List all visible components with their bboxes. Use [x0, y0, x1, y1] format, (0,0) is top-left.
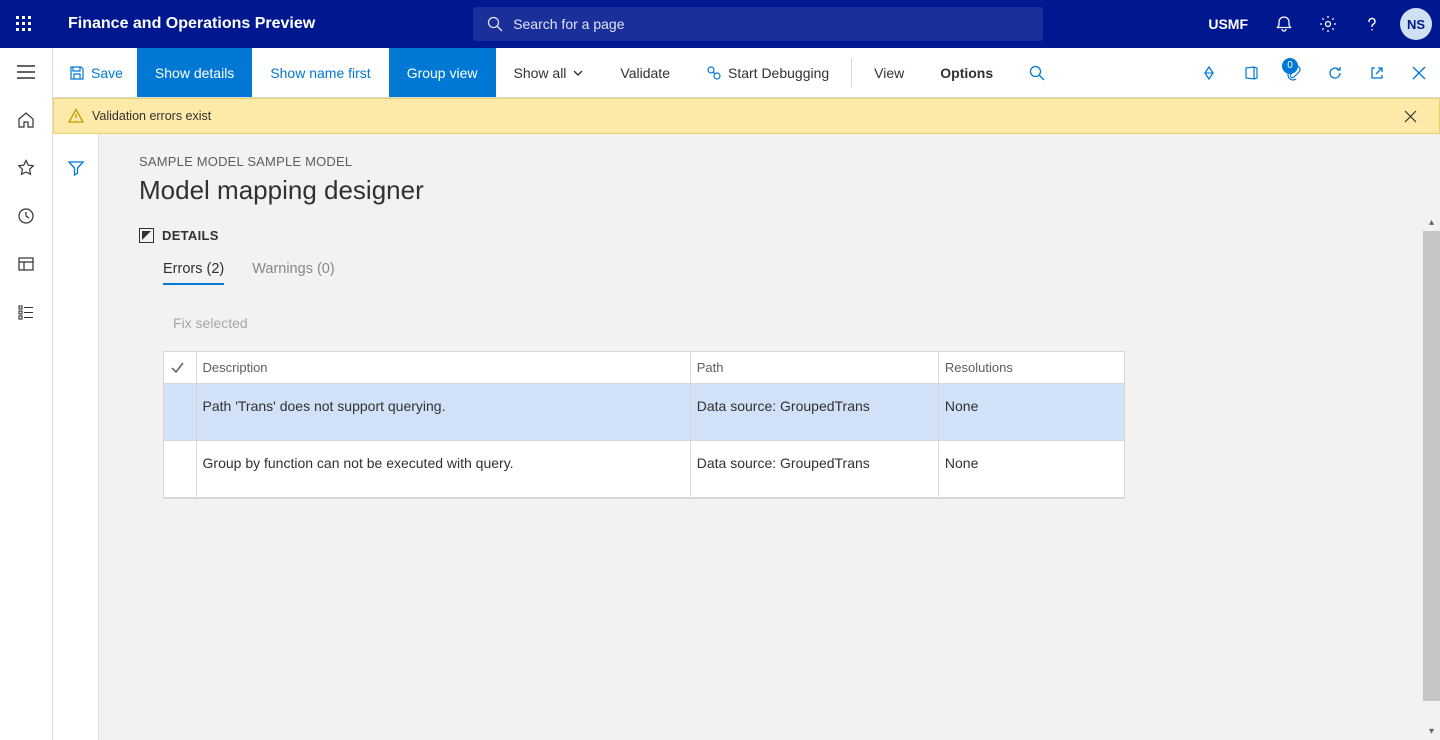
scroll-up-arrow[interactable]: ▴ — [1423, 214, 1440, 231]
page-title: Model mapping designer — [139, 175, 1400, 206]
cell-path: Data source: GroupedTrans — [690, 441, 938, 498]
left-nav-rail — [0, 48, 53, 740]
debug-icon — [706, 65, 722, 81]
options-menu[interactable]: Options — [922, 48, 1011, 97]
settings-button[interactable] — [1306, 0, 1350, 48]
caret-icon — [139, 228, 154, 243]
scroll-down-arrow[interactable]: ▾ — [1423, 723, 1440, 740]
cell-description: Path 'Trans' does not support querying. — [196, 384, 690, 441]
question-icon — [1363, 15, 1381, 33]
view-menu[interactable]: View — [856, 48, 922, 97]
banner-text: Validation errors exist — [92, 109, 211, 123]
main-content: SAMPLE MODEL SAMPLE MODEL Model mapping … — [99, 134, 1440, 740]
action-pane: Save Show details Show name first Group … — [53, 48, 1440, 98]
product-title: Finance and Operations Preview — [48, 15, 335, 33]
star-icon — [17, 159, 35, 177]
user-avatar[interactable]: NS — [1400, 8, 1432, 40]
nav-expand-button[interactable] — [0, 48, 53, 96]
start-debugging-label: Start Debugging — [728, 65, 829, 81]
validate-button[interactable]: Validate — [602, 48, 688, 97]
home-icon — [17, 111, 35, 129]
search-icon — [487, 16, 503, 32]
validation-banner: Validation errors exist — [53, 98, 1440, 134]
banner-close-button[interactable] — [1404, 110, 1425, 123]
cell-resolutions: None — [938, 384, 1124, 441]
save-icon — [69, 65, 85, 81]
col-path[interactable]: Path — [690, 352, 938, 384]
refresh-icon — [1327, 65, 1343, 81]
diamond-icon — [1201, 65, 1217, 81]
tab-errors[interactable]: Errors (2) — [163, 261, 224, 285]
attachments-badge: 0 — [1282, 58, 1298, 74]
app-launcher-button[interactable] — [0, 0, 48, 48]
office-addin-button[interactable] — [1230, 48, 1272, 98]
grid-header-row: Description Path Resolutions — [164, 352, 1125, 384]
col-description[interactable]: Description — [196, 352, 690, 384]
tab-warnings[interactable]: Warnings (0) — [252, 261, 334, 285]
nav-recent[interactable] — [0, 192, 53, 240]
col-resolutions[interactable]: Resolutions — [938, 352, 1124, 384]
row-select-cell[interactable] — [164, 384, 196, 441]
cell-description: Group by function can not be executed wi… — [196, 441, 690, 498]
funnel-icon — [67, 159, 85, 177]
nav-home[interactable] — [0, 96, 53, 144]
bell-icon — [1275, 15, 1293, 33]
clock-icon — [17, 207, 35, 225]
show-details-button[interactable]: Show details — [137, 48, 252, 97]
details-section-toggle[interactable]: DETAILS — [139, 228, 1400, 243]
global-search-input[interactable]: Search for a page — [473, 7, 1043, 41]
errors-grid: Description Path Resolutions Path 'Trans… — [163, 351, 1125, 499]
hamburger-icon — [17, 65, 35, 79]
details-tabs: Errors (2) Warnings (0) — [139, 261, 1400, 285]
row-select-cell[interactable] — [164, 441, 196, 498]
company-picker[interactable]: USMF — [1194, 16, 1262, 32]
group-view-button[interactable]: Group view — [389, 48, 496, 97]
details-label: DETAILS — [162, 228, 219, 243]
search-icon — [1029, 65, 1045, 81]
help-button[interactable] — [1350, 0, 1394, 48]
show-all-button[interactable]: Show all — [496, 48, 603, 97]
breadcrumb: SAMPLE MODEL SAMPLE MODEL — [139, 154, 1400, 169]
table-row[interactable]: Path 'Trans' does not support querying.D… — [164, 384, 1125, 441]
select-all-header[interactable] — [164, 352, 196, 384]
checkmark-icon — [170, 361, 184, 375]
related-info-button[interactable] — [1188, 48, 1230, 98]
office-icon — [1243, 65, 1259, 81]
cell-resolutions: None — [938, 441, 1124, 498]
grid-toolbar: Fix selected — [139, 315, 1400, 333]
search-placeholder: Search for a page — [513, 16, 624, 32]
global-header: Finance and Operations Preview Search fo… — [0, 0, 1440, 48]
notifications-button[interactable] — [1262, 0, 1306, 48]
close-icon — [1404, 110, 1417, 123]
modules-icon — [17, 303, 35, 321]
close-button[interactable] — [1398, 48, 1440, 98]
warning-icon — [68, 108, 84, 124]
show-all-label: Show all — [514, 65, 567, 81]
popout-button[interactable] — [1356, 48, 1398, 98]
table-row[interactable]: Group by function can not be executed wi… — [164, 441, 1125, 498]
gear-icon — [1319, 15, 1337, 33]
nav-modules[interactable] — [0, 288, 53, 336]
start-debugging-button[interactable]: Start Debugging — [688, 48, 847, 97]
action-search-button[interactable] — [1011, 48, 1063, 97]
workspace-icon — [17, 255, 35, 273]
fix-selected-button: Fix selected — [173, 315, 248, 331]
nav-favorites[interactable] — [0, 144, 53, 192]
refresh-button[interactable] — [1314, 48, 1356, 98]
filter-pane-rail — [53, 134, 99, 740]
scroll-thumb[interactable] — [1423, 231, 1440, 701]
filter-toggle-button[interactable] — [53, 148, 99, 188]
save-label: Save — [91, 65, 123, 81]
close-icon — [1412, 66, 1426, 80]
cell-path: Data source: GroupedTrans — [690, 384, 938, 441]
waffle-icon — [16, 16, 32, 32]
save-button[interactable]: Save — [53, 48, 137, 97]
popout-icon — [1369, 65, 1385, 81]
nav-workspaces[interactable] — [0, 240, 53, 288]
vertical-scrollbar[interactable]: ▴ ▾ — [1423, 214, 1440, 740]
show-name-first-button[interactable]: Show name first — [252, 48, 388, 97]
chevron-down-icon — [572, 67, 584, 79]
attachments-button[interactable]: 0 — [1272, 48, 1314, 98]
